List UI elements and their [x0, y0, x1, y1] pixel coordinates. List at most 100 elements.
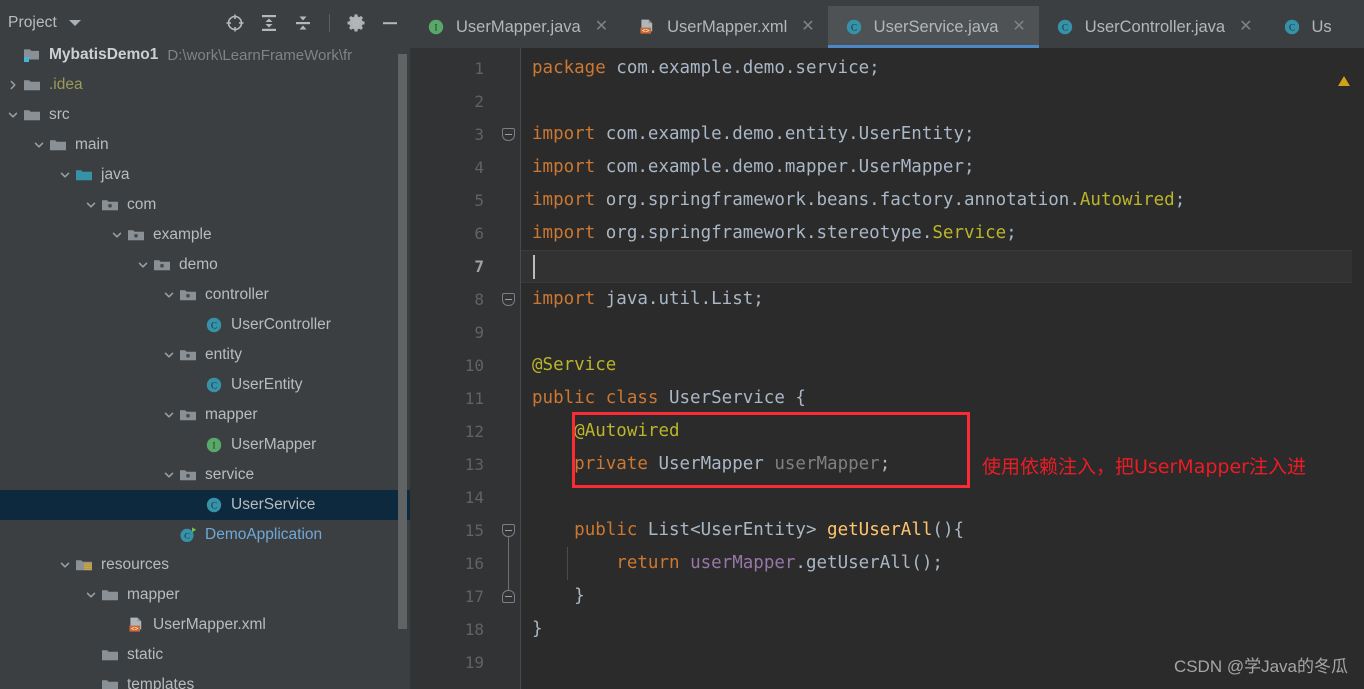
tree-row[interactable]: main	[0, 130, 410, 160]
tree-row[interactable]: com	[0, 190, 410, 220]
code-line[interactable]: private UserMapper userMapper;	[520, 448, 890, 481]
editor-tab[interactable]: I UserMapper.java ✕	[410, 6, 621, 48]
code-line[interactable]: @Autowired	[520, 415, 679, 448]
editor-tab[interactable]: <> UserMapper.xml ✕	[621, 6, 828, 48]
code-line[interactable]: import java.util.List;	[520, 283, 764, 316]
code-line[interactable]: return userMapper.getUserAll();	[520, 547, 943, 580]
tree-row[interactable]: <> UserMapper.xml	[0, 610, 410, 640]
code-editor[interactable]: 1 2 3 4 5 6 7 8 9 10 11 12 13 14 15 16 17 18 19 package co…	[410, 48, 1364, 689]
chevron-down-icon[interactable]	[110, 229, 124, 241]
tree-row[interactable]: example	[0, 220, 410, 250]
tree-row[interactable]: resources	[0, 550, 410, 580]
close-icon[interactable]: ✕	[1239, 19, 1252, 35]
chevron-down-icon[interactable]	[162, 469, 176, 481]
editor-scrollbar[interactable]	[1352, 48, 1364, 689]
code-token: org.springframework.beans.factory.annota…	[605, 190, 1080, 210]
code-token: Service	[932, 223, 1007, 243]
editor-tab[interactable]: C UserService.java ✕	[827, 6, 1039, 48]
package-icon	[178, 286, 198, 304]
code-line[interactable]: import org.springframework.stereotype.Se…	[520, 217, 1017, 250]
code-line[interactable]: import com.example.demo.entity.UserEntit…	[520, 118, 975, 151]
chevron-down-icon[interactable]	[162, 409, 176, 421]
toolbar-divider	[329, 14, 330, 32]
close-icon[interactable]: ✕	[1012, 19, 1025, 35]
code-line[interactable]: @Service	[520, 349, 616, 382]
gear-icon[interactable]	[346, 13, 366, 33]
code-fold-marker[interactable]	[502, 590, 515, 603]
tree-row[interactable]: src	[0, 100, 410, 130]
tree-row[interactable]: static	[0, 640, 410, 670]
code-line[interactable]	[520, 85, 532, 118]
editor-tab[interactable]: C Us	[1266, 6, 1345, 48]
tree-row[interactable]: C UserController	[0, 310, 410, 340]
chevron-down-icon[interactable]	[84, 199, 98, 211]
tree-row[interactable]: MybatisDemo1 D:\work\LearnFrameWork\fr	[0, 40, 410, 70]
minimize-icon[interactable]	[380, 13, 400, 33]
editor-tab-bar[interactable]: I UserMapper.java ✕ <> UserMapper.xml ✕ C UserS…	[410, 6, 1364, 48]
code-text-area[interactable]: package com.example.demo.service; import …	[520, 48, 1364, 689]
editor-tab[interactable]: C UserController.java ✕	[1039, 6, 1266, 48]
java-class-icon: C	[844, 17, 864, 37]
code-folding-gutter[interactable]	[498, 48, 520, 689]
tree-row[interactable]: service	[0, 460, 410, 490]
code-line[interactable]: import org.springframework.beans.factory…	[520, 184, 1185, 217]
code-fold-span	[508, 537, 509, 590]
code-line[interactable]: package com.example.demo.service;	[520, 52, 880, 85]
close-icon[interactable]: ✕	[595, 19, 608, 35]
watermark-text: CSDN @学Java的冬瓜	[1173, 657, 1348, 676]
locate-target-icon[interactable]	[225, 13, 245, 33]
tree-row[interactable]: demo	[0, 250, 410, 280]
code-line[interactable]: public List<UserEntity> getUserAll(){	[520, 514, 964, 547]
tree-row-label: mapper	[127, 586, 180, 603]
code-token: com.example.demo.entity.UserEntity;	[605, 124, 975, 144]
code-fold-marker[interactable]	[502, 293, 515, 306]
code-token: .	[795, 553, 806, 573]
chevron-down-icon[interactable]	[58, 559, 72, 571]
chevron-right-icon[interactable]	[6, 79, 20, 91]
line-number: 14	[464, 488, 484, 507]
tree-row-label: mapper	[205, 406, 258, 423]
tree-row[interactable]: mapper	[0, 580, 410, 610]
chevron-down-icon[interactable]	[68, 20, 81, 26]
code-line[interactable]	[520, 481, 532, 514]
code-line[interactable]: import com.example.demo.mapper.UserMappe…	[520, 151, 975, 184]
project-tree[interactable]: MybatisDemo1 D:\work\LearnFrameWork\fr .id…	[0, 40, 410, 689]
java-interface-icon: I	[204, 436, 224, 454]
expand-all-icon[interactable]	[259, 13, 279, 33]
code-fold-marker[interactable]	[502, 524, 515, 537]
chevron-down-icon[interactable]	[162, 349, 176, 361]
chevron-down-icon[interactable]	[136, 259, 150, 271]
tree-row[interactable]: templates	[0, 670, 410, 689]
code-line[interactable]	[520, 316, 532, 349]
code-token: public	[574, 520, 648, 540]
tree-row[interactable]: .idea	[0, 70, 410, 100]
java-class-icon: C	[1055, 17, 1075, 37]
code-token: }	[532, 619, 543, 639]
tree-row[interactable]: I UserMapper	[0, 430, 410, 460]
chevron-down-icon[interactable]	[32, 139, 46, 151]
chevron-down-icon[interactable]	[84, 589, 98, 601]
tree-row[interactable]: C DemoApplication	[0, 520, 410, 550]
close-icon[interactable]: ✕	[801, 19, 814, 35]
chevron-down-icon[interactable]	[6, 109, 20, 121]
chevron-down-icon[interactable]	[58, 169, 72, 181]
tree-row[interactable]: controller	[0, 280, 410, 310]
tree-row-label: example	[153, 226, 212, 243]
tree-row[interactable]: C UserService	[0, 490, 410, 520]
tree-row[interactable]: java	[0, 160, 410, 190]
code-line[interactable]	[520, 646, 532, 679]
code-line[interactable]: public class UserService {	[520, 382, 806, 415]
code-token: com.example.demo.mapper.UserMapper;	[605, 157, 975, 177]
sidebar-scrollbar-thumb[interactable]	[398, 54, 407, 629]
tree-row[interactable]: C UserEntity	[0, 370, 410, 400]
code-line[interactable]: }	[520, 580, 585, 613]
tree-row[interactable]: mapper	[0, 400, 410, 430]
collapse-all-icon[interactable]	[293, 13, 313, 33]
warning-triangle-icon[interactable]	[1338, 76, 1350, 86]
chevron-down-icon[interactable]	[162, 289, 176, 301]
code-fold-marker[interactable]	[502, 128, 515, 141]
code-line[interactable]: }	[520, 613, 543, 646]
code-line[interactable]	[520, 250, 532, 283]
tree-row[interactable]: entity	[0, 340, 410, 370]
java-class-icon: C	[204, 496, 224, 514]
